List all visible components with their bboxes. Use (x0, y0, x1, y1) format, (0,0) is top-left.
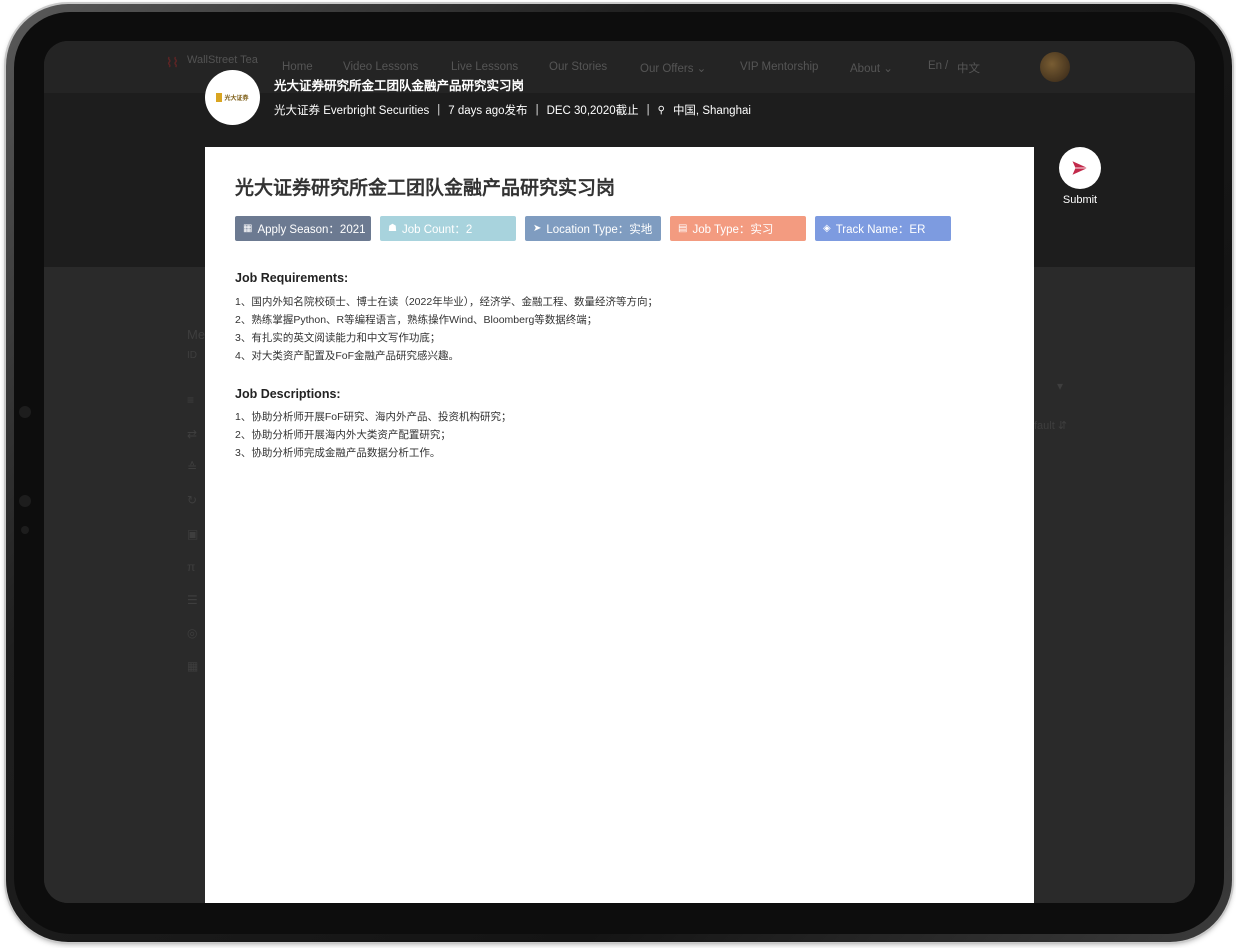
requirements-list: 1、国内外知名院校硕士、博士在读（2022年毕业），经济学、金融工程、数量经济等… (235, 293, 658, 365)
descriptions-title: Job Descriptions: (235, 387, 341, 401)
submit-button[interactable] (1059, 147, 1101, 189)
requirement-item: 2、熟练掌握Python、R等编程语言，熟练操作Wind、Bloomberg等数… (235, 314, 598, 326)
requirements-title: Job Requirements: (235, 271, 349, 285)
tag-job-type: ▤ Job Type：实习 (670, 216, 806, 241)
description-item: 3、协助分析师完成金融产品数据分析工作。 (235, 447, 441, 459)
tag-job-count: ☗ Job Count：2 (380, 216, 516, 241)
chart-icon: ▤ (678, 223, 688, 234)
descriptions-list: 1、协助分析师开展FoF研究、海内外产品、投资机构研究； 2、协助分析师开展海内… (235, 408, 512, 462)
job-tags: ▦ Apply Season：2021 ☗ Job Count：2 ➤ Loca… (235, 216, 951, 241)
posted-time: 7 days ago发布 (448, 105, 528, 117)
requirement-item: 1、国内外知名院校硕士、博士在读（2022年毕业），经济学、金融工程、数量经济等… (235, 296, 658, 308)
requirement-item: 4、对大类资产配置及FoF金融产品研究感兴趣。 (235, 350, 460, 362)
calendar-icon: ▦ (243, 223, 253, 234)
side-sensor-small (21, 526, 29, 534)
company-logo: 光大证券 (205, 70, 260, 125)
description-item: 2、协助分析师开展海内外大类资产配置研究； (235, 429, 451, 441)
job-location: 中国, Shanghai (672, 105, 751, 117)
submit-label[interactable]: Submit (1048, 194, 1112, 206)
description-item: 1、协助分析师开展FoF研究、海内外产品、投资机构研究； (235, 411, 512, 423)
tag-track-name: ◈ Track Name：ER (815, 216, 951, 241)
cube-icon: ◈ (823, 223, 831, 234)
screen: ⌇⌇ WallStreet Tea Home Video Lessons Liv… (44, 41, 1195, 903)
requirement-item: 3、有扎实的英文阅读能力和中文写作功底； (235, 332, 441, 344)
job-detail-modal: 光大证券研究所金工团队金融产品研究实习岗 ▦ Apply Season：2021… (205, 147, 1034, 903)
company-name: 光大证券 Everbright Securities (274, 105, 430, 117)
tag-location-type: ➤ Location Type：实地 (525, 216, 661, 241)
tag-apply-season: ▦ Apply Season：2021 (235, 216, 371, 241)
side-camera (19, 406, 31, 418)
side-sensor (19, 495, 31, 507)
location-pin-icon: ⚲ (657, 104, 665, 116)
paper-plane-icon (1072, 161, 1088, 175)
location-arrow-icon: ➤ (533, 223, 542, 234)
people-icon: ☗ (388, 223, 397, 234)
deadline: DEC 30,2020截止 (546, 105, 639, 117)
job-title: 光大证券研究所金工团队金融产品研究实习岗 (235, 178, 616, 199)
job-header-title: 光大证券研究所金工团队金融产品研究实习岗 (274, 79, 525, 93)
job-header-meta: 光大证券 Everbright Securities | 7 days ago发… (274, 104, 751, 117)
